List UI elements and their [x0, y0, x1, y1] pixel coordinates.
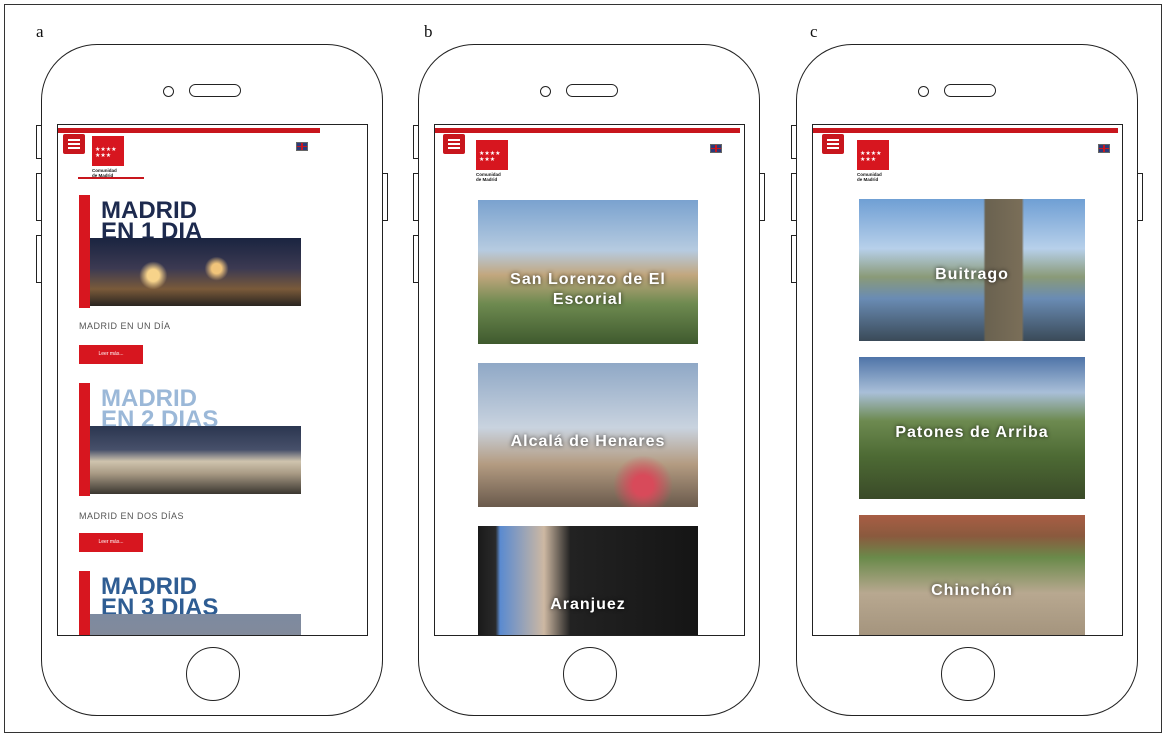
phone-a: ★★★★ ★★★ Comunidad de Madrid MADRID EN 1 D… [36, 44, 388, 716]
logo-text: Comunidad de Madrid [476, 172, 501, 182]
hamburger-icon[interactable] [63, 134, 85, 154]
promo-red-bar [79, 571, 90, 635]
logo-stars: ★★★★ ★★★ [860, 151, 882, 163]
leer-mas-button[interactable]: Leer más... [79, 345, 143, 364]
volume-up-button [36, 173, 42, 221]
camera [540, 86, 551, 97]
card-label: San Lorenzo de El Escorial [510, 271, 666, 308]
card-chinchon[interactable]: Chinchón [859, 515, 1085, 635]
speaker [566, 84, 618, 97]
volume-up-button [791, 173, 797, 221]
logo[interactable]: ★★★★ ★★★ Comunidad de Madrid [857, 140, 889, 182]
promo-red-bar [79, 195, 90, 308]
top-red-bar [813, 128, 1118, 133]
power-button [759, 173, 765, 221]
card-label: Alcalá de Henares [510, 433, 666, 450]
speaker [189, 84, 241, 97]
promo-photo-night-city [90, 238, 301, 306]
hamburger-icon[interactable] [443, 134, 465, 154]
logo-stars: ★★★★ ★★★ [95, 147, 117, 159]
home-button[interactable] [941, 647, 995, 701]
home-button[interactable] [186, 647, 240, 701]
volume-down-button [36, 235, 42, 283]
logo-stars: ★★★★ ★★★ [479, 151, 501, 163]
uk-flag-icon[interactable] [710, 144, 722, 153]
logo-underline [78, 177, 144, 179]
mute-switch [791, 125, 797, 159]
speaker [944, 84, 996, 97]
card-san-lorenzo[interactable]: San Lorenzo de El Escorial [478, 200, 698, 344]
logo-red-square: ★★★★ ★★★ [476, 140, 508, 170]
card-aranjuez[interactable]: Aranjuez [478, 526, 698, 635]
card-alcala[interactable]: Alcalá de Henares [478, 363, 698, 507]
home-button[interactable] [563, 647, 617, 701]
mute-switch [36, 125, 42, 159]
promo-madrid-1-dia[interactable]: MADRID EN 1 DIA [79, 195, 301, 308]
promo-photo-skyline [90, 614, 301, 635]
mute-switch [413, 125, 419, 159]
power-button [382, 173, 388, 221]
card-label: Patones de Arriba [895, 424, 1049, 441]
top-red-bar [58, 128, 320, 133]
promo-title: MADRID EN 3 DIAS [101, 573, 219, 621]
logo[interactable]: ★★★★ ★★★ Comunidad de Madrid [92, 136, 124, 178]
power-button [1137, 173, 1143, 221]
card-label: Chinchón [931, 582, 1013, 599]
panel-label-c: c [810, 22, 818, 41]
screen-c: ★★★★ ★★★ Comunidad de Madrid Buitrago Pat… [812, 124, 1123, 636]
uk-flag-icon[interactable] [1098, 144, 1110, 153]
screen-b: ★★★★ ★★★ Comunidad de Madrid San Lorenzo … [434, 124, 745, 636]
logo-red-square: ★★★★ ★★★ [857, 140, 889, 170]
screen-a: ★★★★ ★★★ Comunidad de Madrid MADRID EN 1 D… [57, 124, 368, 636]
card-photo-chinchon [859, 515, 1085, 635]
camera [163, 86, 174, 97]
volume-down-button [791, 235, 797, 283]
camera [918, 86, 929, 97]
phone-c: ★★★★ ★★★ Comunidad de Madrid Buitrago Pat… [791, 44, 1143, 716]
panel-label-a: a [36, 22, 44, 41]
uk-flag-icon[interactable] [296, 142, 308, 151]
logo-text: Comunidad de Madrid [857, 172, 882, 182]
promo-madrid-2-dias[interactable]: MADRID EN 2 DIAS [79, 383, 301, 496]
logo[interactable]: ★★★★ ★★★ Comunidad de Madrid [476, 140, 508, 182]
hamburger-icon[interactable] [822, 134, 844, 154]
logo-red-square: ★★★★ ★★★ [92, 136, 124, 166]
promo-caption: MADRID EN DOS DÍAS [79, 511, 185, 521]
card-label: Aranjuez [550, 596, 626, 613]
card-label: Buitrago [935, 266, 1009, 283]
leer-mas-button[interactable]: Leer más... [79, 533, 143, 552]
promo-madrid-3-dias[interactable]: MADRID EN 3 DIAS [79, 571, 301, 635]
card-photo-aranjuez [478, 526, 698, 635]
promo-title: MADRID EN 1 DIA [101, 197, 203, 245]
top-red-bar [435, 128, 740, 133]
card-buitrago[interactable]: Buitrago [859, 199, 1085, 341]
panel-label-b: b [424, 22, 433, 41]
promo-caption: MADRID EN UN DÍA [79, 321, 171, 331]
card-patones[interactable]: Patones de Arriba [859, 357, 1085, 499]
volume-up-button [413, 173, 419, 221]
phone-b: ★★★★ ★★★ Comunidad de Madrid San Lorenzo … [413, 44, 765, 716]
volume-down-button [413, 235, 419, 283]
promo-title: MADRID EN 2 DIAS [101, 385, 219, 433]
promo-red-bar [79, 383, 90, 496]
promo-photo-museum [90, 426, 301, 494]
